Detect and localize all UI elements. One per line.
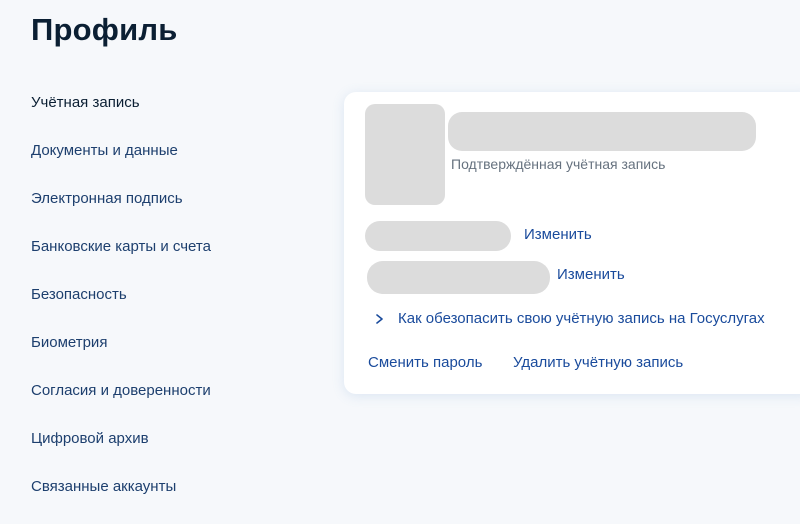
sidebar-item-label: Цифровой архив: [31, 430, 149, 447]
sidebar-item-documents[interactable]: Документы и данные: [31, 140, 311, 188]
phone-placeholder: [365, 221, 511, 251]
sidebar-item-label: Безопасность: [31, 286, 127, 303]
profile-sidebar: Учётная запись Документы и данные Электр…: [31, 92, 311, 524]
chevron-right-icon: [374, 312, 386, 326]
delete-account-link[interactable]: Удалить учётную запись: [513, 354, 683, 371]
account-status-label: Подтверждённая учётная запись: [451, 156, 666, 172]
security-tip-link[interactable]: Как обезопасить свою учётную запись на Г…: [374, 310, 765, 327]
sidebar-item-label: Документы и данные: [31, 142, 178, 159]
security-tip-label: Как обезопасить свою учётную запись на Г…: [398, 310, 765, 327]
sidebar-item-label: Учётная запись: [31, 94, 140, 111]
sidebar-item-account[interactable]: Учётная запись: [31, 92, 311, 140]
sidebar-item-label: Связанные аккаунты: [31, 478, 177, 495]
sidebar-item-label: Согласия и доверенности: [31, 382, 211, 399]
change-phone-link[interactable]: Изменить: [524, 226, 592, 243]
sidebar-item-security[interactable]: Безопасность: [31, 284, 311, 332]
change-password-link[interactable]: Сменить пароль: [368, 354, 482, 371]
avatar-placeholder: [365, 104, 445, 205]
sidebar-item-linked-accounts[interactable]: Связанные аккаунты: [31, 476, 311, 524]
page-title: Профиль: [31, 12, 178, 47]
sidebar-item-digital-archive[interactable]: Цифровой архив: [31, 428, 311, 476]
sidebar-item-e-signature[interactable]: Электронная подпись: [31, 188, 311, 236]
sidebar-item-biometrics[interactable]: Биометрия: [31, 332, 311, 380]
account-card: Подтверждённая учётная запись Изменить И…: [344, 92, 800, 394]
sidebar-item-bank-cards[interactable]: Банковские карты и счета: [31, 236, 311, 284]
user-name-placeholder: [448, 112, 756, 151]
sidebar-item-label: Биометрия: [31, 334, 108, 351]
change-email-link[interactable]: Изменить: [557, 266, 625, 283]
sidebar-item-label: Электронная подпись: [31, 190, 183, 207]
sidebar-item-label: Банковские карты и счета: [31, 238, 211, 255]
email-placeholder: [367, 261, 550, 294]
sidebar-item-consents[interactable]: Согласия и доверенности: [31, 380, 311, 428]
